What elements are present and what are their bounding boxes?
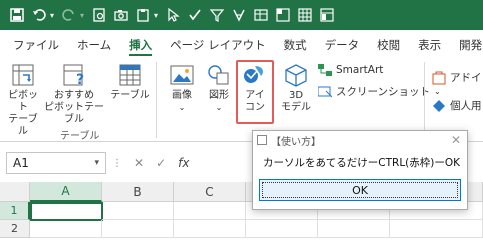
svg-text:?: ? (76, 72, 84, 88)
pivot-table-icon (12, 64, 34, 86)
camera-icon[interactable] (110, 4, 132, 26)
paste-icon[interactable] (132, 4, 154, 26)
cell-b2[interactable] (102, 220, 174, 238)
shapes-icon (208, 65, 229, 85)
dialog-app-icon (257, 135, 267, 145)
ok-button[interactable]: OK (259, 179, 461, 201)
recommended-pivot-icon: ? (63, 64, 84, 88)
3d-model-label-1: 3D (288, 90, 304, 101)
image-icon (170, 65, 194, 85)
cell-c1[interactable] (174, 202, 246, 220)
name-box[interactable]: A1 ▾ (6, 152, 106, 174)
enter-icon[interactable]: ✓ (156, 156, 166, 170)
3d-model-label-2: モデル (281, 102, 311, 113)
undo-dropdown-icon[interactable]: ▾ (50, 11, 58, 20)
tab-file[interactable]: ファイル (4, 32, 68, 58)
tab-formulas[interactable]: 数式 (275, 32, 316, 58)
grid-icon[interactable] (294, 4, 316, 26)
undo-icon[interactable] (28, 4, 50, 26)
image-dropdown-icon: ⌄ (178, 103, 186, 112)
image-label: 画像 (172, 90, 192, 101)
group-separator (156, 62, 157, 138)
column-header-a[interactable]: A (30, 182, 102, 202)
3d-model-icon (285, 64, 307, 87)
recommended-pivot-label-2: ピボットテーブル (44, 102, 104, 125)
tab-view[interactable]: 表示 (409, 32, 450, 58)
tab-insert[interactable]: 挿入 (120, 32, 161, 58)
print-preview-icon[interactable] (88, 4, 110, 26)
more-options-icon: ⋮ (112, 157, 122, 169)
title-bar: ▾ ▾ ▾ (0, 0, 483, 30)
table-label: テーブル (110, 90, 150, 101)
dialog-titlebar: 【使い方】 (253, 131, 467, 149)
screenshot-icon (318, 86, 332, 97)
smartart-icon (318, 64, 332, 76)
icons-highlight-frame (236, 60, 274, 124)
usage-dialog: 【使い方】 ✕ カーソルをあてるだけーCTRL(赤枠)ーOK OK (252, 130, 468, 210)
image-button[interactable]: 画像 ⌄ (164, 62, 200, 114)
row-header-2[interactable]: 2 (0, 220, 30, 238)
shapes-dropdown-icon: ⌄ (215, 103, 223, 112)
personal-addin-button[interactable]: 個人用 (432, 98, 482, 113)
screenshot-button[interactable]: スクリーンショット ⌄ (318, 84, 441, 99)
save-icon[interactable] (6, 4, 28, 26)
filter-icon[interactable] (206, 4, 228, 26)
dialog-title: 【使い方】 (271, 136, 321, 148)
addin-button[interactable]: アドイン (432, 70, 483, 85)
cell-a1[interactable] (30, 202, 103, 221)
store-icon (432, 71, 446, 84)
table-icon[interactable] (250, 4, 272, 26)
personal-addin-label: 個人用 (450, 100, 482, 112)
cancel-icon[interactable]: ✕ (134, 156, 144, 170)
cell-c2[interactable] (174, 220, 246, 238)
3d-model-button[interactable]: 3D モデル (278, 62, 314, 114)
column-header-c[interactable]: C (174, 182, 246, 202)
name-box-value: A1 (13, 156, 29, 170)
sort-icon[interactable] (228, 4, 250, 26)
formula-controls: ⋮ ✕ ✓ fx (112, 152, 189, 174)
cell-a2[interactable] (30, 220, 102, 238)
personal-addin-icon (433, 99, 445, 112)
tab-data[interactable]: データ (316, 32, 369, 58)
paste-dropdown-icon[interactable]: ▾ (154, 11, 162, 20)
pivot-table-label-1: ピボット (8, 90, 38, 113)
cell-b1[interactable] (102, 202, 174, 220)
cell-d2[interactable] (246, 220, 318, 238)
tab-review[interactable]: 校閲 (368, 32, 409, 58)
recommended-pivot-button[interactable]: ? おすすめ ピボットテーブル (44, 62, 104, 126)
cursor-icon[interactable] (162, 4, 184, 26)
table-button[interactable]: テーブル (110, 62, 150, 102)
column-header-b[interactable]: B (102, 182, 174, 202)
recommended-pivot-label-1: おすすめ (54, 90, 94, 101)
pivot-table-label-2: テーブル (8, 114, 38, 137)
fx-icon[interactable]: fx (178, 156, 189, 170)
freeze-icon[interactable] (272, 4, 294, 26)
group-separator (424, 62, 425, 138)
smartart-button[interactable]: SmartArt (318, 64, 383, 76)
tab-page-layout[interactable]: ページ レイアウト (161, 32, 274, 58)
layout-icon[interactable] (316, 4, 338, 26)
shapes-button[interactable]: 図形 ⌄ (202, 62, 236, 114)
cell-e2[interactable] (318, 220, 390, 238)
shapes-label: 図形 (209, 90, 229, 101)
screenshot-dropdown-icon: ⌄ (433, 87, 441, 96)
close-icon[interactable]: ✕ (451, 133, 461, 147)
table-icon (119, 64, 141, 86)
select-all-corner[interactable] (0, 182, 30, 202)
pivot-table-button[interactable]: ピボット テーブル (4, 62, 42, 138)
screenshot-label: スクリーンショット (336, 86, 430, 98)
redo-icon[interactable] (58, 4, 80, 26)
tab-home[interactable]: ホーム (68, 32, 120, 58)
cell-f2[interactable] (390, 220, 483, 238)
addin-label: アドイン (450, 72, 483, 84)
check-icon[interactable] (184, 4, 206, 26)
group-label-table: テーブル (60, 131, 100, 142)
tab-developer[interactable]: 開発 (450, 32, 483, 58)
redo-dropdown-icon[interactable]: ▾ (80, 11, 88, 20)
name-box-dropdown-icon[interactable]: ▾ (94, 158, 99, 168)
ribbon-tabs: ファイル ホーム 挿入 ページ レイアウト 数式 データ 校閲 表示 開発 (0, 30, 483, 58)
smartart-label: SmartArt (336, 64, 384, 76)
dialog-message: カーソルをあてるだけーCTRL(赤枠)ーOK (263, 157, 461, 169)
row-header-1[interactable]: 1 (0, 202, 30, 220)
